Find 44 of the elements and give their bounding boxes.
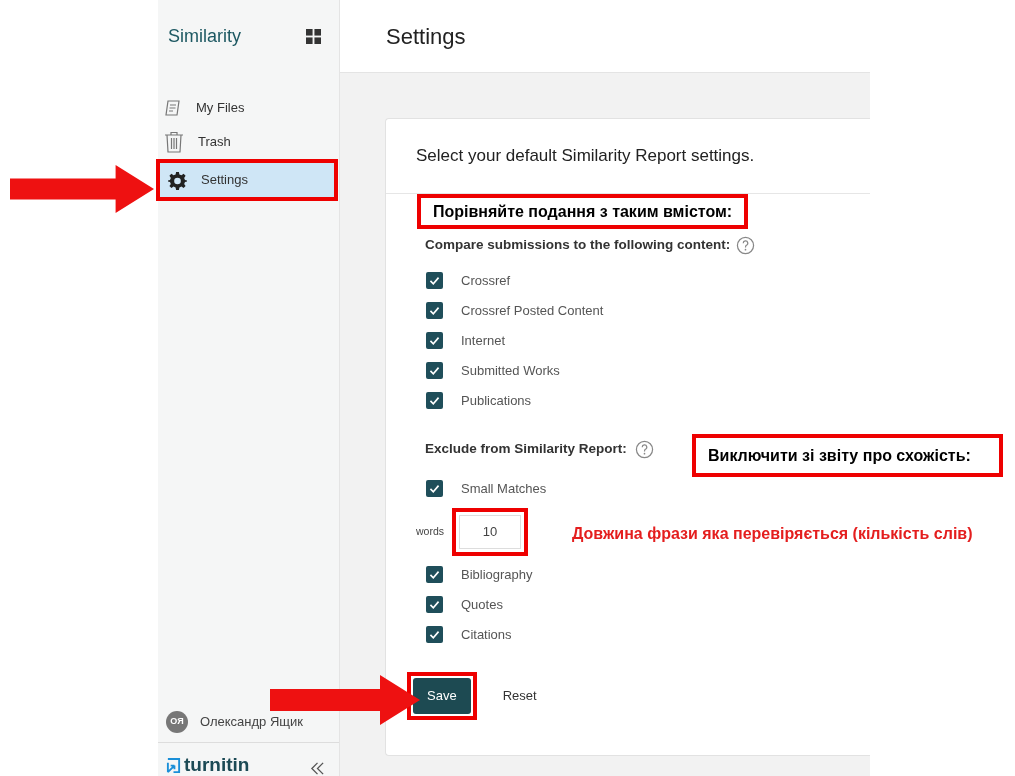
user-avatar: ОЯ — [166, 711, 188, 733]
option-label: Publications — [461, 391, 532, 410]
trash-icon — [164, 131, 184, 153]
checkbox[interactable] — [426, 361, 443, 379]
option-label: Bibliography — [461, 565, 533, 584]
option-label: Citations — [461, 625, 512, 644]
section-label: Exclude from Similarity Report: — [425, 440, 627, 459]
save-button[interactable]: Save — [413, 677, 471, 714]
checkbox[interactable] — [426, 596, 443, 613]
checkbox[interactable] — [426, 271, 443, 289]
option-label: Crossref Posted Content — [461, 301, 604, 320]
checkbox[interactable] — [426, 331, 443, 349]
reset-button[interactable]: Reset — [498, 677, 541, 714]
annotation-label: Довжина фрази яка перевіряється (кількість слів) — [572, 524, 973, 544]
page-title: Settings — [386, 22, 466, 51]
sidebar-item[interactable]: Settings — [160, 163, 334, 197]
user-name: Олександр Ящик — [200, 713, 303, 732]
grid-icon[interactable] — [306, 29, 321, 44]
logo-text: turnitin — [184, 754, 250, 776]
option-label: Small Matches — [461, 479, 547, 498]
words-field[interactable]: 10 — [459, 514, 521, 549]
option-label: Submitted Works — [461, 361, 560, 380]
annotation-label: Виключити зі звіту про схожість: — [692, 434, 1003, 477]
checkbox[interactable] — [426, 301, 443, 319]
sidebar-item[interactable]: My Files — [156, 91, 338, 125]
section-label: Compare submissions to the following content: — [425, 236, 731, 254]
help-icon[interactable] — [736, 235, 756, 255]
checkbox[interactable] — [426, 626, 443, 643]
option-label: Crossref — [461, 271, 511, 290]
annotation-label: Порівняйте подання з таким вмістом: — [417, 194, 749, 229]
card-heading: Select your default Similarity Report settings. — [416, 145, 755, 168]
checkbox[interactable] — [426, 480, 443, 497]
collapse-icon[interactable] — [310, 761, 325, 776]
settings-icon — [168, 170, 187, 190]
document-icon — [164, 99, 182, 117]
checkbox[interactable] — [426, 566, 443, 583]
checkbox[interactable] — [426, 391, 443, 409]
logo-icon — [166, 757, 181, 776]
sidebar-item[interactable]: Trash — [156, 125, 338, 159]
app-title: Similarity — [168, 25, 241, 48]
option-label: Internet — [461, 331, 506, 350]
option-label: Quotes — [461, 595, 503, 614]
help-icon[interactable] — [634, 439, 654, 459]
words-label: words — [416, 523, 444, 539]
